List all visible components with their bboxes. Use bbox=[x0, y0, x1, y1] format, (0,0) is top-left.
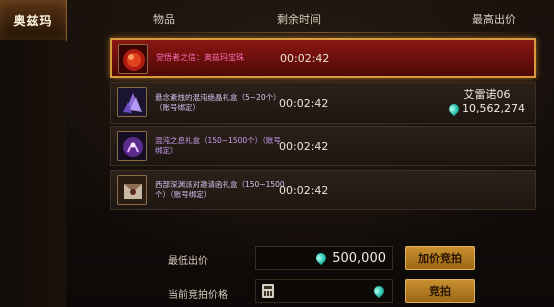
tab-ozma-label: 奥兹玛 bbox=[13, 13, 53, 28]
item-name: 觉悟者之信：奥兹玛宝珠 bbox=[156, 53, 244, 62]
calculator-icon[interactable] bbox=[262, 284, 274, 298]
current-bid-label: 当前竞拍价格 bbox=[168, 290, 228, 301]
time-remaining: 00:02:42 bbox=[279, 139, 329, 153]
time-remaining: 00:02:42 bbox=[279, 183, 329, 197]
time-remaining: 00:02:42 bbox=[279, 96, 329, 110]
orb-icon bbox=[118, 44, 148, 74]
bid-amount: 10,562,274 bbox=[446, 101, 525, 116]
current-bid-input[interactable] bbox=[255, 279, 393, 303]
auction-row[interactable]: 混沌之息礼盒（150~1500个）（账号绑定） 00:02:42 bbox=[110, 126, 536, 166]
chaos-breath-icon bbox=[117, 131, 147, 161]
gem-icon bbox=[314, 250, 329, 266]
auction-row[interactable]: 西部深渊派对邀请函礼盒（150~1500个）（账号绑定） 00:02:42 bbox=[110, 170, 536, 210]
item-name: 悬念紊烛的混沌绝晶礼盒（5~20个）（账号绑定） bbox=[155, 93, 281, 112]
column-header-bid: 最高出价 bbox=[472, 13, 516, 26]
column-header-time: 剩余时间 bbox=[277, 13, 321, 26]
time-remaining: 00:02:42 bbox=[280, 51, 330, 65]
auction-row-selected[interactable]: 觉悟者之信：奥兹玛宝珠 00:02:42 bbox=[110, 38, 536, 78]
item-name: 混沌之息礼盒（150~1500个）（账号绑定） bbox=[155, 136, 281, 155]
min-bid-label: 最低出价 bbox=[168, 256, 208, 267]
invitation-icon bbox=[117, 175, 147, 205]
item-name: 西部深渊派对邀请函礼盒（150~1500个）（账号绑定） bbox=[155, 180, 285, 199]
min-bid-value: 500,000 bbox=[332, 250, 386, 266]
gem-icon bbox=[371, 283, 387, 299]
bid-button[interactable]: 竞拍 bbox=[405, 279, 475, 303]
auction-row[interactable]: 悬念紊烛的混沌绝晶礼盒（5~20个）（账号绑定） 00:02:42 艾雷诺06 … bbox=[110, 82, 536, 124]
tab-ozma[interactable]: 奥兹玛 bbox=[0, 0, 67, 41]
gem-icon bbox=[446, 101, 462, 116]
bidder-name: 艾雷诺06 bbox=[463, 88, 511, 101]
highest-bid: 艾雷诺06 10,562,274 bbox=[446, 86, 525, 116]
column-header-item: 物品 bbox=[153, 13, 175, 26]
left-rail bbox=[0, 40, 66, 307]
raise-bid-button[interactable]: 加价竞拍 bbox=[405, 246, 475, 270]
crystal-icon bbox=[117, 87, 147, 117]
table-header: 物品 剩余时间 最高出价 bbox=[104, 6, 534, 32]
min-bid-field: 500,000 bbox=[255, 246, 393, 270]
header-divider bbox=[104, 32, 538, 33]
auction-window: 奥兹玛 物品 剩余时间 最高出价 觉悟者之信：奥兹玛宝珠 00:02:42 悬念… bbox=[0, 0, 554, 307]
bid-amount-value: 10,562,274 bbox=[462, 102, 525, 115]
